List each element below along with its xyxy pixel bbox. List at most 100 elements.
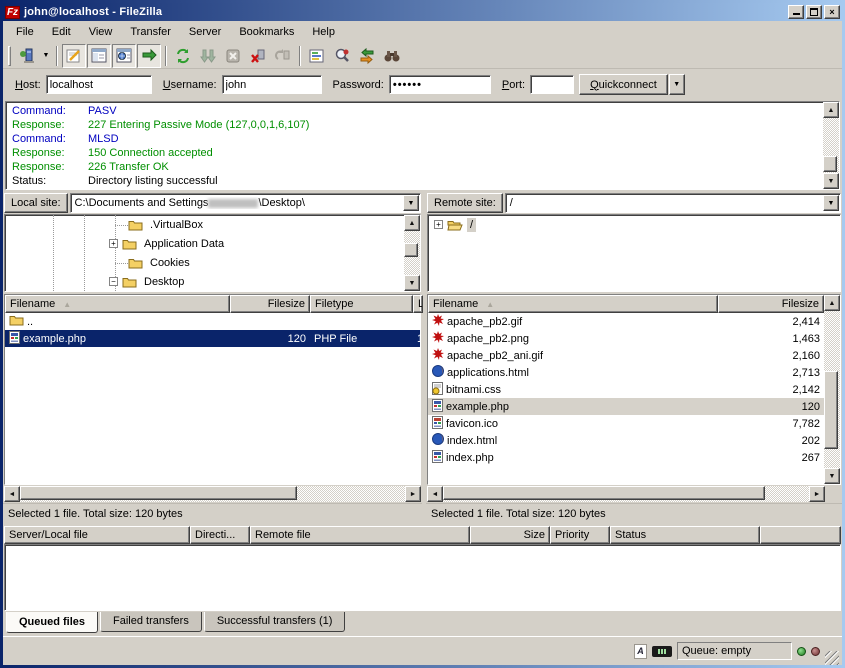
scroll-up-icon[interactable]: ▲ (824, 295, 840, 311)
log-scrollbar[interactable]: ▲ ▼ (823, 102, 839, 189)
column-header-priority[interactable]: Priority (550, 526, 610, 544)
local-tree-scrollbar[interactable]: ▲ ▼ (404, 215, 420, 291)
file-row[interactable]: applications.html 2,713 (428, 364, 824, 381)
site-manager-dropdown[interactable]: ▼ (40, 45, 52, 67)
scroll-thumb[interactable] (20, 486, 297, 500)
column-label: Directi... (195, 529, 235, 541)
port-input[interactable] (530, 75, 574, 94)
file-row[interactable]: apache_pb2.png 1,463 (428, 330, 824, 347)
quickconnect-button[interactable]: Quickconnect (579, 74, 668, 95)
scroll-left-icon[interactable]: ◄ (4, 486, 20, 502)
file-row[interactable]: index.php 267 (428, 449, 824, 466)
process-queue-button[interactable] (196, 44, 220, 68)
directory-filter-button[interactable] (305, 44, 329, 68)
log-text: PASV (88, 104, 117, 118)
file-row[interactable]: apache_pb2.gif 2,414 (428, 313, 824, 330)
column-header-direction[interactable]: Directi... (190, 526, 250, 544)
tree-item-cookies[interactable]: Cookies (5, 253, 404, 272)
ico-file-icon (432, 416, 443, 432)
toggle-message-log-button[interactable] (62, 44, 86, 68)
tab-failed-transfers[interactable]: Failed transfers (100, 612, 202, 632)
site-manager-button[interactable] (15, 44, 39, 68)
toggle-local-tree-button[interactable] (87, 44, 111, 68)
menu-item-transfer[interactable]: Transfer (121, 23, 180, 41)
quickconnect-dropdown[interactable]: ▼ (669, 74, 685, 95)
toolbar-grip[interactable] (8, 46, 11, 66)
toggle-transfer-queue-button[interactable] (137, 44, 161, 68)
scroll-up-icon[interactable]: ▲ (404, 215, 420, 231)
column-header-size[interactable]: Size (470, 526, 550, 544)
file-row-parent-dir[interactable]: .. (5, 313, 420, 330)
local-hscrollbar[interactable]: ◄ ► (4, 486, 421, 502)
column-header-filetype[interactable]: Filetype (310, 295, 413, 313)
tree-item-application-data[interactable]: + Application Data (5, 234, 404, 253)
combo-dropdown-icon[interactable]: ▼ (823, 195, 839, 211)
combo-dropdown-icon[interactable]: ▼ (403, 195, 419, 211)
username-input[interactable] (222, 75, 322, 94)
maximize-button[interactable] (806, 5, 822, 19)
menu-item-file[interactable]: File (7, 23, 43, 41)
scroll-right-icon[interactable]: ► (405, 486, 421, 502)
file-row[interactable]: bitnami.css 2,142 (428, 381, 824, 398)
scroll-down-icon[interactable]: ▼ (823, 173, 839, 189)
column-header-filename[interactable]: Filename▲ (428, 295, 718, 313)
collapse-icon[interactable]: − (109, 277, 118, 286)
resize-grip[interactable] (825, 651, 839, 665)
cancel-operation-button[interactable] (221, 44, 245, 68)
tree-item-desktop[interactable]: − Desktop (5, 272, 404, 291)
find-files-button[interactable] (380, 44, 404, 68)
file-row-example-php[interactable]: example.php 120 PHP File 1 (5, 330, 420, 347)
scroll-down-icon[interactable]: ▼ (404, 275, 420, 291)
process-queue-icon (199, 47, 217, 65)
column-header-remote-file[interactable]: Remote file (250, 526, 470, 544)
host-input[interactable] (46, 75, 152, 94)
toggle-remote-tree-button[interactable] (112, 44, 136, 68)
scroll-right-icon[interactable]: ► (809, 486, 825, 502)
tree-item-root[interactable]: + / (428, 215, 840, 234)
scroll-down-icon[interactable]: ▼ (824, 468, 840, 484)
file-row[interactable]: index.html 202 (428, 432, 824, 449)
file-row-selected[interactable]: example.php 120 (428, 398, 824, 415)
tree-item-virtualbox[interactable]: .VirtualBox (5, 215, 404, 234)
column-header-filesize[interactable]: Filesize (718, 295, 824, 313)
column-header-server-local-file[interactable]: Server/Local file (4, 526, 190, 544)
reconnect-button[interactable] (271, 44, 295, 68)
scroll-thumb[interactable] (823, 156, 837, 172)
synchronized-browsing-button[interactable] (355, 44, 379, 68)
menu-item-bookmarks[interactable]: Bookmarks (230, 23, 303, 41)
local-path-combobox[interactable]: C:\Documents and Settings\Desktop\ ▼ (70, 193, 421, 213)
directory-comparison-button[interactable] (330, 44, 354, 68)
scroll-left-icon[interactable]: ◄ (427, 486, 443, 502)
tree-item-label: Application Data (141, 237, 227, 251)
column-header-status[interactable]: Status (610, 526, 760, 544)
minimize-button[interactable] (788, 5, 804, 19)
scroll-thumb[interactable] (404, 243, 418, 257)
tab-successful-transfers[interactable]: Successful transfers (1) (204, 612, 346, 632)
disconnect-button[interactable] (246, 44, 270, 68)
menu-item-help[interactable]: Help (303, 23, 344, 41)
scroll-thumb[interactable] (443, 486, 765, 500)
remote-path-combobox[interactable]: / ▼ (505, 193, 841, 213)
local-directory-tree: .VirtualBox + Application Data Cookies − (4, 214, 421, 292)
expand-icon[interactable]: + (109, 239, 118, 248)
menu-item-view[interactable]: View (80, 23, 122, 41)
expand-icon[interactable]: + (434, 220, 443, 229)
menu-item-edit[interactable]: Edit (43, 23, 80, 41)
password-input[interactable] (389, 75, 491, 94)
column-header-filesize[interactable]: Filesize (230, 295, 310, 313)
window-titlebar[interactable]: Fz john@localhost - FileZilla × (3, 3, 842, 21)
scroll-thumb[interactable] (824, 371, 838, 450)
remote-hscrollbar[interactable]: ◄ ► (427, 486, 825, 502)
menu-item-server[interactable]: Server (180, 23, 230, 41)
remote-list-scrollbar[interactable]: ▲ ▼ (824, 295, 840, 484)
column-header-filename[interactable]: Filename▲ (5, 295, 230, 313)
scroll-up-icon[interactable]: ▲ (823, 102, 839, 118)
tab-queued-files[interactable]: Queued files (6, 612, 98, 633)
file-row[interactable]: favicon.ico 7,782 (428, 415, 824, 432)
refresh-button[interactable] (171, 44, 195, 68)
ascii-data-type-icon[interactable]: A (634, 644, 647, 659)
speed-limit-icon[interactable] (652, 646, 672, 657)
remote-file-list: Filename▲ Filesize apache_pb2.gif 2,414 … (427, 294, 841, 485)
close-button[interactable]: × (824, 5, 840, 19)
file-row[interactable]: apache_pb2_ani.gif 2,160 (428, 347, 824, 364)
